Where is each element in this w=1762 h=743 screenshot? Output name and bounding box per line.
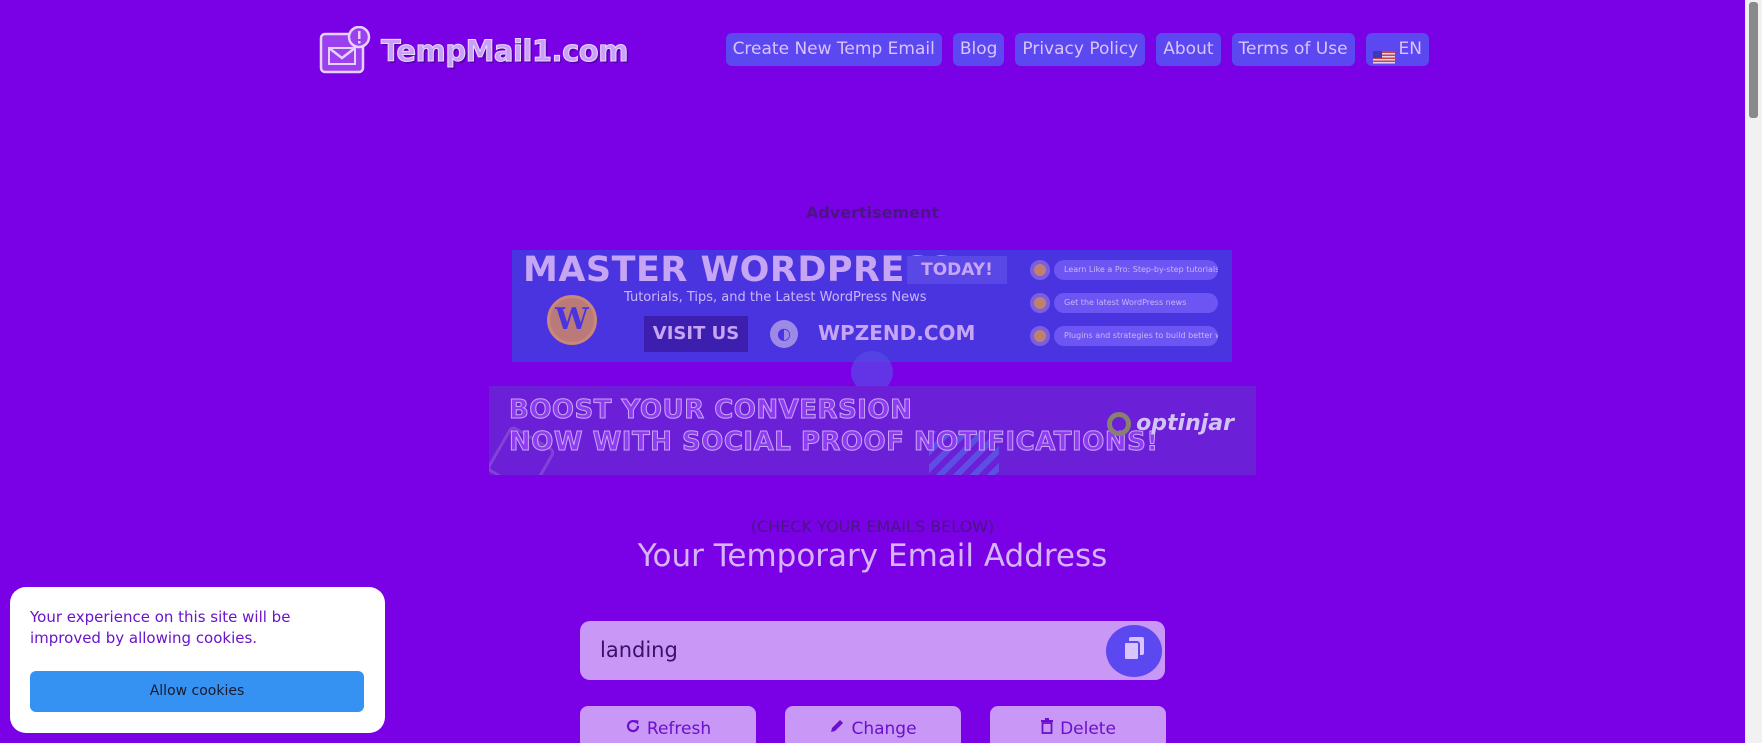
nav-create-new-temp-email[interactable]: Create New Temp Email — [725, 33, 942, 66]
us-flag-icon — [1372, 43, 1395, 64]
nav-label: Privacy Policy — [1022, 39, 1139, 59]
brand-name: optinjar — [1136, 411, 1234, 436]
email-address-field[interactable]: landing — [580, 621, 1165, 680]
cookie-message: Your experience on this site will be imp… — [30, 608, 291, 647]
optinjar-ad-banner[interactable]: BOOST YOUR CONVERSION NOW WITH SOCIAL PR… — [489, 386, 1256, 475]
check-emails-label: (CHECK YOUR EMAILS BELOW) — [750, 517, 995, 536]
banner-feature: Learn Like a Pro: Step-by-step tutorials — [1030, 260, 1218, 280]
language-selector[interactable]: EN — [1365, 33, 1429, 66]
copy-icon — [1122, 636, 1146, 666]
delete-button[interactable]: Delete — [990, 706, 1166, 743]
nav-terms-of-use[interactable]: Terms of Use — [1231, 33, 1355, 66]
refresh-label: Refresh — [646, 719, 712, 739]
main-nav: Create New Temp Email Blog Privacy Polic… — [725, 33, 1429, 66]
email-address-value[interactable]: landing — [600, 621, 678, 680]
bullet-icon — [1030, 293, 1050, 313]
nav-label: Blog — [959, 39, 998, 59]
banner-headline-line1: BOOST YOUR CONVERSION — [508, 395, 913, 426]
change-label: Change — [851, 719, 917, 739]
feature-text: Plugins and strategies to build better w… — [1054, 326, 1218, 346]
pencil-icon — [829, 706, 845, 743]
page-title: Your Temporary Email Address — [637, 538, 1108, 574]
change-button[interactable]: Change — [785, 706, 961, 743]
nav-blog[interactable]: Blog — [952, 33, 1005, 66]
cookie-consent-popup: Your experience on this site will be imp… — [10, 587, 385, 733]
refresh-icon — [625, 706, 641, 743]
language-label: EN — [1398, 39, 1422, 59]
banner-subtitle: Tutorials, Tips, and the Latest WordPres… — [624, 290, 927, 305]
banner-site: WPZEND.COM — [818, 321, 976, 345]
wordpress-logo-icon: W — [547, 295, 597, 345]
nav-label: About — [1163, 39, 1214, 59]
advertisement-label: Advertisement — [805, 203, 940, 222]
nav-label: Terms of Use — [1238, 39, 1348, 59]
page-scrollbar[interactable] — [1745, 0, 1762, 743]
optinjar-ring-icon — [1107, 411, 1132, 436]
feature-text: Get the latest WordPress news — [1054, 293, 1218, 313]
logo-text: TempMail1.com — [381, 34, 629, 69]
nav-privacy-policy[interactable]: Privacy Policy — [1015, 33, 1146, 66]
feature-text: Learn Like a Pro: Step-by-step tutorials — [1054, 260, 1218, 280]
banner-cta: VISIT US — [644, 316, 748, 352]
optinjar-logo: optinjar — [1107, 411, 1234, 436]
banner-badge: TODAY! — [907, 256, 1007, 284]
scrollbar-thumb[interactable] — [1749, 2, 1758, 118]
banner-feature: Get the latest WordPress news — [1030, 293, 1218, 313]
copy-button[interactable] — [1106, 625, 1162, 677]
trash-icon — [1040, 706, 1054, 743]
globe-icon: ◐ — [770, 320, 798, 348]
allow-cookies-button[interactable]: Allow cookies — [30, 671, 364, 712]
nav-about[interactable]: About — [1156, 33, 1221, 66]
bullet-icon — [1030, 326, 1050, 346]
mail-notification-icon — [319, 25, 371, 76]
wpzend-ad-banner[interactable]: MASTER WORDPRESS TODAY! Tutorials, Tips,… — [512, 250, 1232, 362]
banner-feature: Plugins and strategies to build better w… — [1030, 326, 1218, 346]
site-logo[interactable]: TempMail1.com — [319, 25, 629, 76]
nav-label: Create New Temp Email — [732, 39, 935, 59]
delete-label: Delete — [1060, 719, 1116, 739]
refresh-button[interactable]: Refresh — [580, 706, 756, 743]
banner-title: MASTER WORDPRESS — [523, 250, 955, 290]
bullet-icon — [1030, 260, 1050, 280]
banner-headline-line2: NOW WITH SOCIAL PROOF NOTIFICATIONS! — [509, 427, 1159, 458]
